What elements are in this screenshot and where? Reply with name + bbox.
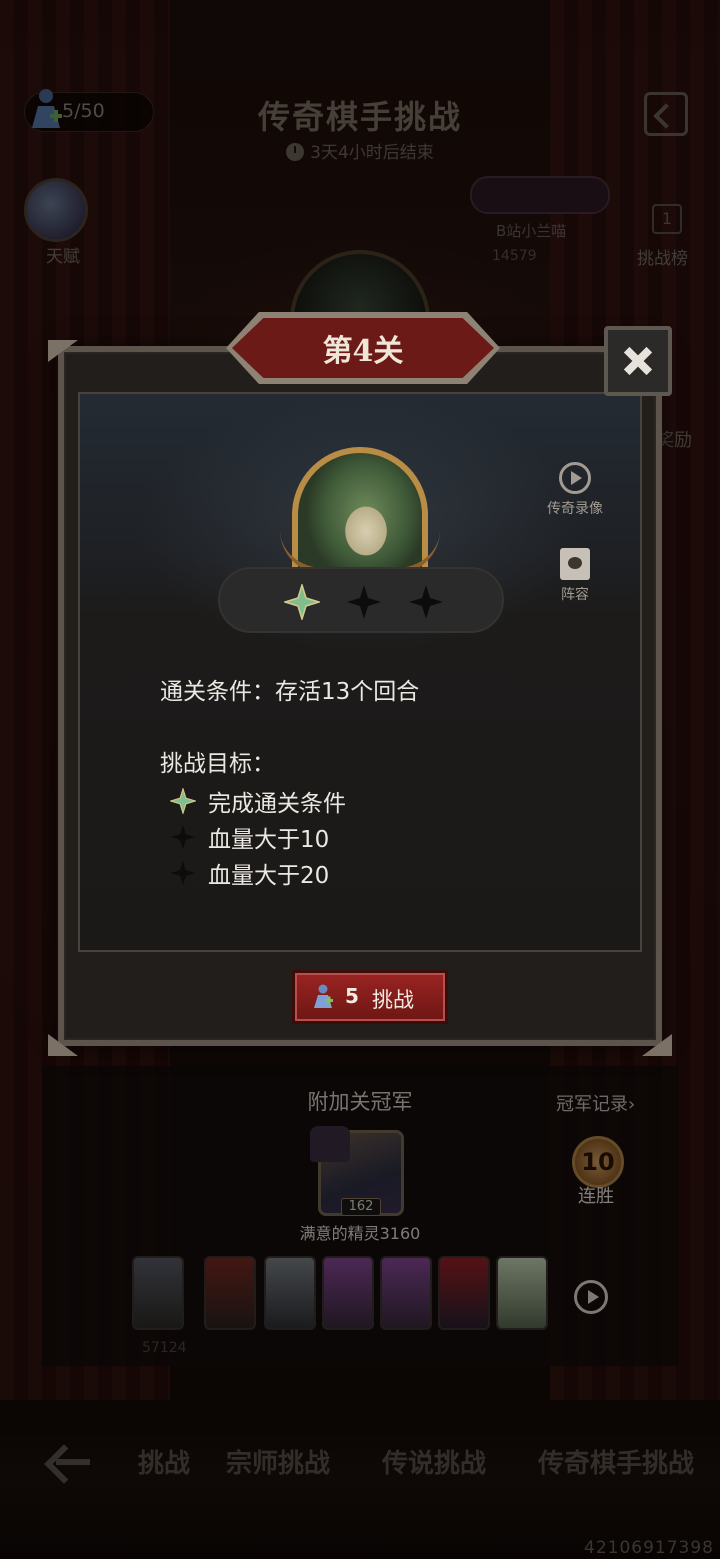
star-icon-earned: [282, 582, 322, 622]
challenge-cost: 5: [345, 984, 359, 1008]
star-icon-empty: [170, 824, 196, 850]
lineup-label: 阵容: [561, 587, 589, 603]
stage-title: 第4关: [322, 334, 404, 369]
potion-icon: [312, 984, 334, 1010]
clear-condition-value: 存活13个回合: [275, 679, 420, 705]
goal-text: 血量大于10: [208, 827, 330, 853]
lineup-book-icon: [560, 548, 590, 580]
star-icon-empty: [170, 860, 196, 886]
goal-text: 完成通关条件: [208, 791, 346, 817]
lineup-button[interactable]: 阵容: [552, 548, 598, 604]
challenge-label: 挑战: [372, 988, 414, 1012]
replay-icon: [559, 462, 591, 494]
star-icon-empty: [408, 584, 444, 620]
legend-replay-label: 传奇录像: [547, 501, 603, 517]
clear-condition-label: 通关条件：: [160, 679, 275, 705]
legend-replay-button[interactable]: 传奇录像: [540, 462, 610, 518]
star-icon-earned: [168, 786, 198, 816]
star-icon-empty: [346, 584, 382, 620]
clear-condition: 通关条件：存活13个回合: [160, 672, 419, 706]
goal-text: 血量大于20: [208, 863, 330, 889]
goals-heading: 挑战目标：: [160, 751, 275, 777]
close-button[interactable]: [604, 326, 672, 396]
